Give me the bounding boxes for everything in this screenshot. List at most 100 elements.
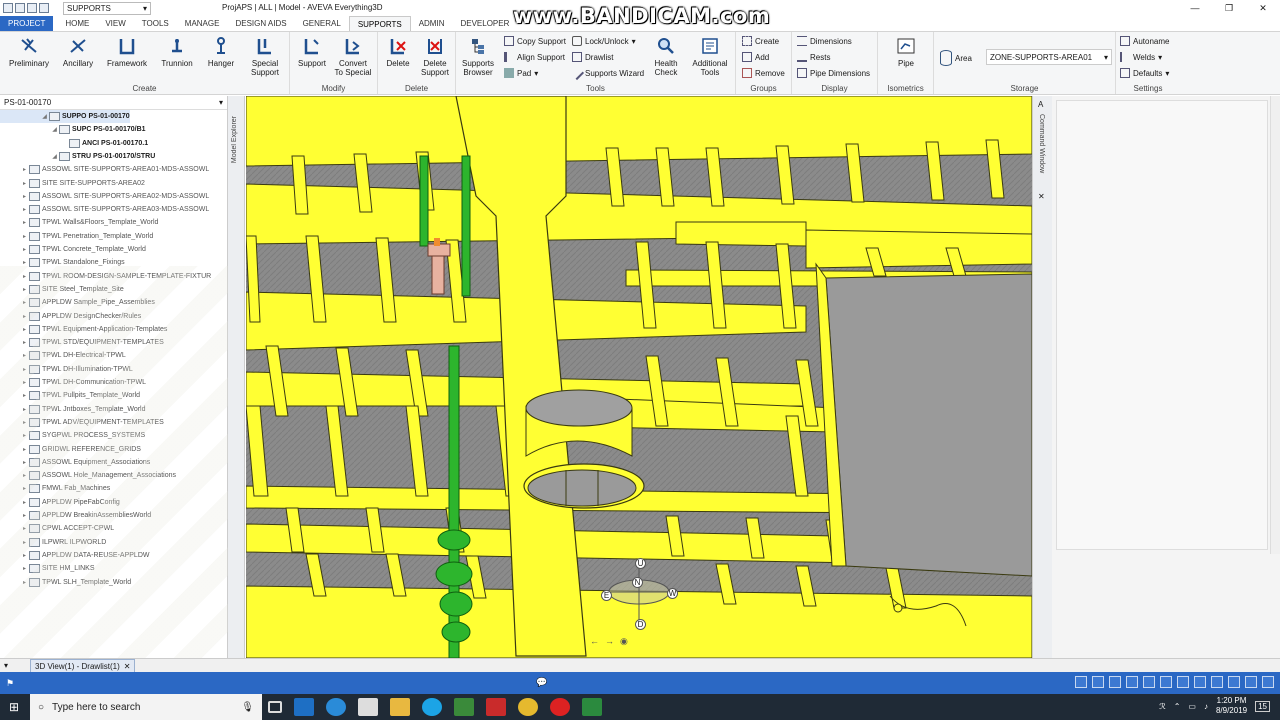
tree-item[interactable]: ▸ TPWL DH-Illumination-TPWL: [0, 363, 133, 376]
tree-item[interactable]: ▸ APPLDW DATA-REUSE-APPLDW: [0, 549, 149, 562]
framework-button[interactable]: Framework: [104, 35, 150, 68]
nav-forward-icon[interactable]: →: [605, 636, 614, 647]
expand-toggle-icon[interactable]: ▸: [20, 339, 29, 346]
expand-toggle-icon[interactable]: ▸: [20, 219, 29, 226]
context-combo[interactable]: SUPPORTS ▾: [63, 1, 151, 15]
expand-toggle-icon[interactable]: ▸: [20, 406, 29, 413]
close-button[interactable]: ✕: [1246, 0, 1280, 16]
windows-start-icon[interactable]: ⊞: [9, 700, 19, 714]
tree-item[interactable]: ▸ TPWL DH-Electrical-TPWL: [0, 349, 126, 362]
redo-icon[interactable]: [39, 3, 49, 13]
support-modify-button[interactable]: Support: [294, 35, 330, 68]
expand-toggle-icon[interactable]: ◢: [40, 113, 49, 120]
minimize-button[interactable]: —: [1178, 0, 1212, 16]
tree-item[interactable]: ▸ ILPWRL ILPWORLD: [0, 536, 106, 549]
tab-project[interactable]: PROJECT: [0, 16, 54, 31]
group-remove-button[interactable]: Remove: [742, 68, 785, 78]
expand-toggle-icon[interactable]: ▸: [20, 180, 29, 187]
expand-toggle-icon[interactable]: ▸: [20, 499, 29, 506]
status-toggle-icon[interactable]: [1109, 676, 1121, 688]
expand-toggle-icon[interactable]: ▸: [20, 565, 29, 572]
tree-item[interactable]: ▸ GRIDWL REFERENCE_GRIDS: [0, 443, 141, 456]
compass-down-label[interactable]: D: [635, 619, 646, 630]
ancillary-button[interactable]: Ancillary: [56, 35, 100, 68]
group-add-button[interactable]: Add: [742, 52, 769, 62]
convert-to-special-button[interactable]: Convert To Special: [330, 35, 376, 77]
expand-toggle-icon[interactable]: ▸: [20, 379, 29, 386]
autoname-button[interactable]: Autoname: [1120, 36, 1169, 46]
expand-toggle-icon[interactable]: ▸: [20, 432, 29, 439]
additional-tools-button[interactable]: Additional Tools: [688, 35, 732, 77]
compass-north-label[interactable]: N: [632, 577, 643, 588]
expand-toggle-icon[interactable]: ▸: [20, 246, 29, 253]
status-message-icon[interactable]: 💬: [536, 677, 547, 688]
supports-browser-button[interactable]: Supports Browser: [458, 35, 498, 77]
model-explorer-tab[interactable]: Model Explorer: [231, 116, 238, 163]
nav-back-icon[interactable]: ←: [590, 636, 599, 647]
status-toggle-icon[interactable]: [1194, 676, 1206, 688]
tab-list-icon[interactable]: ▾: [4, 661, 8, 670]
special-support-button[interactable]: Special Support: [244, 35, 286, 77]
preliminary-button[interactable]: Preliminary: [6, 35, 52, 68]
tree-item[interactable]: ▸ FMWL Fab_Machines: [0, 482, 110, 495]
acrobat-icon[interactable]: [486, 698, 506, 716]
expand-toggle-icon[interactable]: ▸: [20, 233, 29, 240]
expand-toggle-icon[interactable]: ▸: [20, 512, 29, 519]
tab-general[interactable]: GENERAL: [295, 16, 349, 31]
status-toggle-icon[interactable]: [1143, 676, 1155, 688]
undo-icon[interactable]: [27, 3, 37, 13]
expand-toggle-icon[interactable]: ▸: [20, 446, 29, 453]
3d-viewport[interactable]: U N E W D: [246, 96, 1032, 658]
hanger-button[interactable]: Hanger: [200, 35, 242, 68]
compass-east-label[interactable]: E: [601, 590, 612, 601]
expand-toggle-icon[interactable]: ▸: [20, 459, 29, 466]
status-toggle-icon[interactable]: [1228, 676, 1240, 688]
tree-item[interactable]: ▸ TPWL Penetration_Template_World: [0, 230, 153, 243]
tree-item[interactable]: ▸ APPLDW Sample_Pipe_Assemblies: [0, 296, 155, 309]
lock-unlock-button[interactable]: Lock/Unlock ▾: [572, 36, 636, 46]
status-toggle-icon[interactable]: [1126, 676, 1138, 688]
photos-icon[interactable]: [454, 698, 474, 716]
collapse-icon[interactable]: A: [1038, 100, 1043, 109]
close-icon[interactable]: ✕: [124, 662, 131, 671]
tree-item[interactable]: ANCI PS-01-00170.1: [0, 137, 148, 150]
expand-toggle-icon[interactable]: ▸: [20, 552, 29, 559]
tree-item[interactable]: ▸ CPWL ACCEPT-CPWL: [0, 522, 114, 535]
tab-manage[interactable]: MANAGE: [177, 16, 228, 31]
expand-toggle-icon[interactable]: ▸: [20, 539, 29, 546]
command-output[interactable]: [1056, 100, 1268, 550]
excel-icon[interactable]: [582, 698, 602, 716]
network-icon[interactable]: ▭: [1188, 702, 1196, 711]
tab-admin[interactable]: ADMIN: [411, 16, 453, 31]
pipe-dimensions-button[interactable]: Pipe Dimensions: [797, 68, 870, 78]
bandicam-icon[interactable]: [550, 698, 570, 716]
tree-item[interactable]: ▸ TPWL ROOM-DESIGN-SAMPLE-TEMPLATE-FIXTUR: [0, 270, 211, 283]
command-scrollbar[interactable]: [1270, 96, 1280, 554]
people-icon[interactable]: ℛ: [1159, 702, 1165, 711]
tab-view[interactable]: VIEW: [97, 16, 133, 31]
tree-item[interactable]: ▸ TPWL Walls&Floors_Template_World: [0, 216, 158, 229]
pad-button[interactable]: Pad ▾: [504, 68, 538, 78]
status-toggle-icon[interactable]: [1092, 676, 1104, 688]
tree-item[interactable]: ▸ SITE Steel_Template_Site: [0, 283, 124, 296]
expand-toggle-icon[interactable]: ▸: [20, 286, 29, 293]
tree-item[interactable]: ▸ ASSOWL Hole_Management_Associations: [0, 469, 176, 482]
defaults-button[interactable]: Defaults ▾: [1120, 68, 1169, 78]
welds-button[interactable]: Welds ▾: [1120, 52, 1162, 62]
trunnion-button[interactable]: Trunnion: [154, 35, 200, 68]
pipe-iso-button[interactable]: Pipe: [892, 35, 920, 68]
store-icon[interactable]: [358, 698, 378, 716]
delete-support-button[interactable]: Delete Support: [416, 35, 454, 77]
outlook-icon[interactable]: [294, 698, 314, 716]
notification-count[interactable]: 15: [1255, 700, 1270, 712]
drawlist-button[interactable]: Drawlist: [572, 52, 613, 62]
tree-item[interactable]: ▸ SITE HM_LINKS: [0, 562, 95, 575]
open-icon[interactable]: [15, 3, 25, 13]
tree-item[interactable]: ▸ TPWL STD/EQUIPMENT-TEMPLATES: [0, 336, 164, 349]
status-toggle-icon[interactable]: [1245, 676, 1257, 688]
tree-item[interactable]: ▸ TPWL DH-Communication-TPWL: [0, 376, 146, 389]
expand-toggle-icon[interactable]: ◢: [50, 153, 59, 160]
restore-button[interactable]: ❐: [1212, 0, 1246, 16]
explorer-path-combo[interactable]: PS-01-00170 ▾: [0, 96, 227, 110]
tree-item[interactable]: ▸ APPLDW DesignChecker/Rules: [0, 310, 141, 323]
